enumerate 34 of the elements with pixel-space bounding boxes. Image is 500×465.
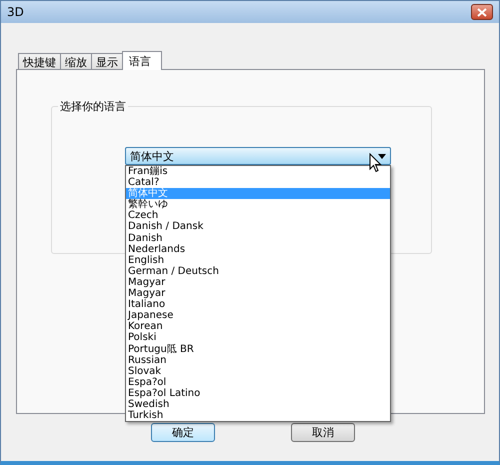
language-option[interactable]: Espa?ol Latino	[126, 388, 390, 399]
language-option[interactable]: English	[126, 254, 390, 266]
tab[interactable]: 显示	[91, 53, 123, 69]
language-option[interactable]: Portugu阺 BR	[126, 344, 390, 355]
group-title: 选择你的语言	[58, 99, 128, 114]
language-option[interactable]: Catal?	[126, 177, 390, 188]
tab[interactable]: 快捷键	[18, 53, 61, 69]
language-option[interactable]: Italiano	[126, 299, 390, 310]
language-option[interactable]: Swedish	[126, 398, 390, 410]
language-option[interactable]: Espa?ol	[126, 376, 390, 388]
language-option[interactable]: Magyar	[126, 276, 390, 288]
dialog-button[interactable]: 取消	[291, 423, 355, 442]
language-option[interactable]: Turkish	[126, 410, 390, 422]
language-option[interactable]: Russian	[126, 354, 390, 366]
language-option[interactable]: Korean	[126, 321, 390, 332]
language-option[interactable]: Japanese	[126, 310, 390, 322]
language-option[interactable]: Czech	[126, 210, 390, 222]
window-title: 3D	[7, 5, 24, 19]
language-option[interactable]: Slovak	[126, 366, 390, 377]
language-option[interactable]: Danish	[126, 232, 390, 244]
tab[interactable]: 语言	[122, 51, 162, 70]
close-icon	[477, 8, 487, 16]
close-button[interactable]	[471, 4, 493, 20]
language-option[interactable]: Fran鏰is	[126, 166, 390, 178]
language-dropdown[interactable]: 简体中文	[125, 147, 391, 165]
language-option[interactable]: Nederlands	[126, 244, 390, 255]
caret-icon	[378, 154, 386, 158]
dialog-button[interactable]: 确定	[151, 423, 215, 442]
language-option[interactable]: 繁幹いゆ	[126, 199, 390, 210]
language-option[interactable]: German / Deutsch	[126, 266, 390, 277]
language-option[interactable]: Polski	[126, 332, 390, 344]
language-option[interactable]: Magyar	[126, 288, 390, 300]
tab[interactable]: 缩放	[60, 53, 92, 69]
language-option[interactable]: Danish / Dansk	[126, 221, 390, 233]
